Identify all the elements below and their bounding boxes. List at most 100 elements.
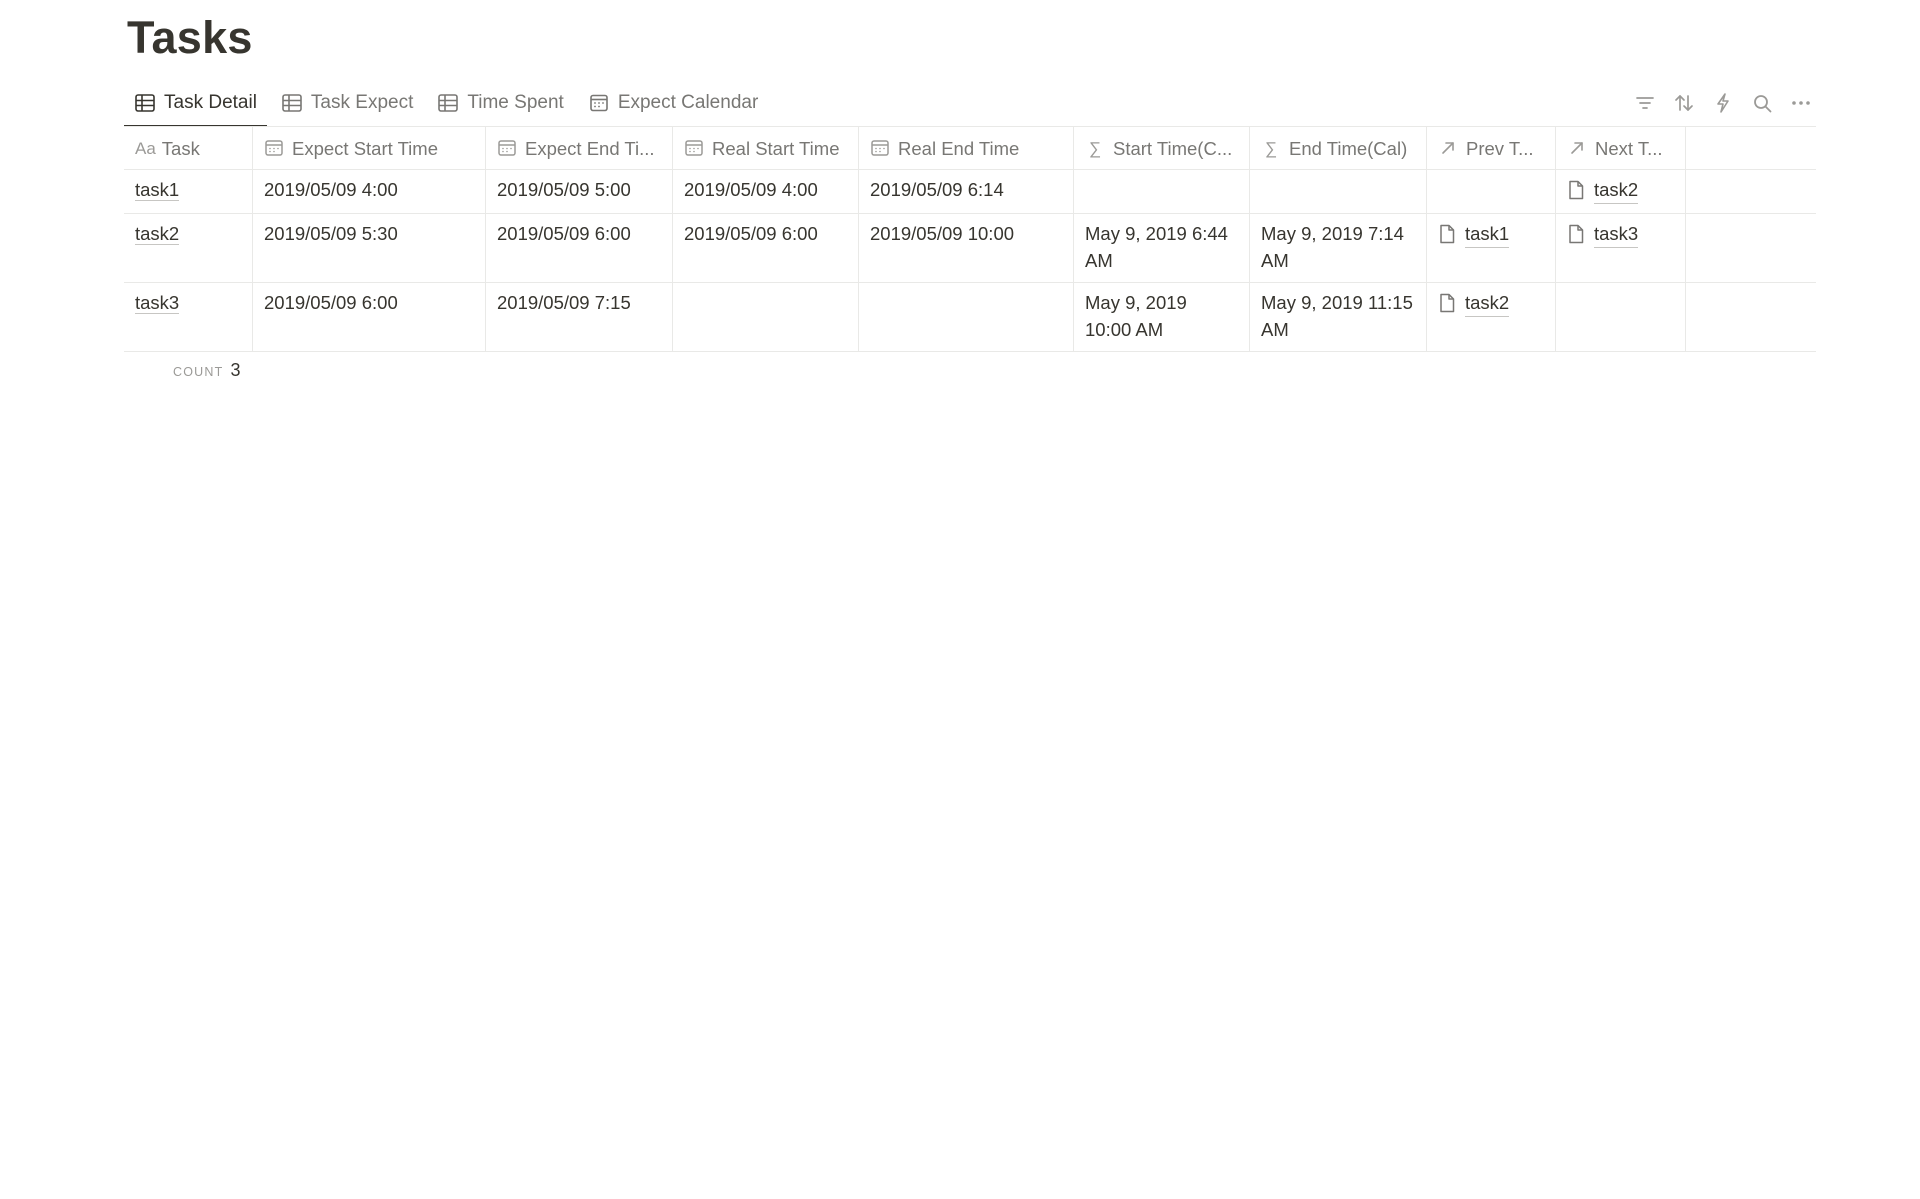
table-row: task2 2019/05/09 5:30 2019/05/09 6:00 20…	[124, 214, 1816, 283]
cell-real-start-time[interactable]: 2019/05/09 6:00	[673, 214, 859, 282]
cell-real-end-time[interactable]	[859, 283, 1074, 351]
cell-start-time-calc[interactable]: May 9, 2019 10:00 AM	[1074, 283, 1250, 351]
cell-empty	[1686, 283, 1816, 351]
tab-label: Expect Calendar	[617, 92, 759, 113]
column-header-next-task[interactable]: Next T...	[1556, 127, 1686, 169]
table-count-footer[interactable]: COUNT 3	[173, 360, 240, 381]
relation-label: task2	[1465, 289, 1510, 317]
relation-label: task2	[1594, 176, 1639, 204]
table-header-row: Aa Task Expect Start Time Expect End Ti.…	[124, 127, 1816, 170]
filter-icon[interactable]	[1630, 88, 1660, 118]
cell-real-start-time[interactable]: 2019/05/09 4:00	[673, 170, 859, 213]
tab-task-detail[interactable]: Task Detail	[124, 80, 267, 127]
table-icon	[134, 92, 156, 114]
page-document-icon	[1567, 180, 1585, 200]
cell-real-end-time[interactable]: 2019/05/09 10:00	[859, 214, 1074, 282]
cell-task[interactable]: task3	[124, 283, 253, 351]
cell-end-time-calc[interactable]: May 9, 2019 11:15 AM	[1250, 283, 1427, 351]
table-row: task1 2019/05/09 4:00 2019/05/09 5:00 20…	[124, 170, 1816, 214]
date-property-icon	[264, 138, 284, 158]
table-icon	[281, 92, 303, 114]
cell-next-task[interactable]: task2	[1556, 170, 1686, 213]
column-header-prev-task[interactable]: Prev T...	[1427, 127, 1556, 169]
relation-property-icon	[1438, 138, 1458, 158]
table-icon	[437, 92, 459, 114]
page-document-icon	[1438, 293, 1456, 313]
cell-next-task[interactable]: task3	[1556, 214, 1686, 282]
text-property-icon: Aa	[135, 138, 156, 158]
tab-task-expect[interactable]: Task Expect	[271, 80, 423, 126]
sort-icon[interactable]	[1669, 88, 1699, 118]
page-title: Tasks	[127, 12, 253, 63]
relation-label: task3	[1594, 220, 1639, 248]
task-name[interactable]: task2	[135, 223, 180, 245]
cell-expect-start-time[interactable]: 2019/05/09 5:30	[253, 214, 486, 282]
date-property-icon	[497, 138, 517, 158]
cell-empty	[1686, 170, 1816, 213]
tab-label: Task Detail	[164, 92, 257, 113]
column-header-expect-end-time[interactable]: Expect End Ti...	[486, 127, 673, 169]
tab-time-spent[interactable]: Time Spent	[427, 80, 573, 126]
column-header-end-time-calc[interactable]: ∑ End Time(Cal)	[1250, 127, 1427, 169]
cell-real-end-time[interactable]: 2019/05/09 6:14	[859, 170, 1074, 213]
cell-empty	[1686, 214, 1816, 282]
tab-label: Task Expect	[310, 92, 414, 113]
cell-expect-end-time[interactable]: 2019/05/09 5:00	[486, 170, 673, 213]
more-options-icon[interactable]	[1786, 88, 1816, 118]
relation-link[interactable]: task2	[1567, 176, 1639, 204]
column-label: Expect Start Time	[292, 137, 438, 159]
column-label: Task	[161, 137, 200, 159]
column-header-task[interactable]: Aa Task	[124, 127, 253, 169]
formula-property-icon: ∑	[1264, 138, 1278, 158]
calendar-icon	[588, 92, 610, 114]
cell-end-time-calc[interactable]	[1250, 170, 1427, 213]
column-label: Expect End Ti...	[525, 137, 655, 159]
cell-expect-start-time[interactable]: 2019/05/09 6:00	[253, 283, 486, 351]
page-document-icon	[1567, 224, 1585, 244]
date-property-icon	[684, 138, 704, 158]
cell-expect-end-time[interactable]: 2019/05/09 7:15	[486, 283, 673, 351]
search-icon[interactable]	[1747, 88, 1777, 118]
view-toolbar	[1621, 80, 1816, 126]
column-label: Prev T...	[1466, 137, 1534, 159]
task-name[interactable]: task3	[135, 292, 180, 314]
task-name[interactable]: task1	[135, 179, 180, 201]
tab-label: Time Spent	[467, 92, 564, 113]
cell-task[interactable]: task2	[124, 214, 253, 282]
cell-expect-start-time[interactable]: 2019/05/09 4:00	[253, 170, 486, 213]
formula-property-icon: ∑	[1088, 138, 1102, 158]
relation-link[interactable]: task1	[1438, 220, 1510, 248]
column-header-start-time-calc[interactable]: ∑ Start Time(C...	[1074, 127, 1250, 169]
page: Tasks Task Detail Task Expect Time Spent	[0, 0, 1920, 1199]
cell-end-time-calc[interactable]: May 9, 2019 7:14 AM	[1250, 214, 1427, 282]
count-label: COUNT	[173, 365, 224, 379]
cell-real-start-time[interactable]	[673, 283, 859, 351]
count-value: 3	[230, 360, 241, 380]
cell-next-task[interactable]	[1556, 283, 1686, 351]
cell-prev-task[interactable]: task2	[1427, 283, 1556, 351]
tasks-table: Aa Task Expect Start Time Expect End Ti.…	[124, 126, 1816, 352]
column-header-expect-start-time[interactable]: Expect Start Time	[253, 127, 486, 169]
view-tabs: Task Detail Task Expect Time Spent Expec…	[124, 80, 772, 127]
column-header-real-end-time[interactable]: Real End Time	[859, 127, 1074, 169]
view-tabs-bar: Task Detail Task Expect Time Spent Expec…	[124, 80, 1816, 127]
cell-task[interactable]: task1	[124, 170, 253, 213]
column-label: Start Time(C...	[1113, 137, 1233, 159]
relation-link[interactable]: task3	[1567, 220, 1639, 248]
relation-link[interactable]: task2	[1438, 289, 1510, 317]
cell-prev-task[interactable]	[1427, 170, 1556, 213]
column-label: Real Start Time	[712, 137, 840, 159]
page-document-icon	[1438, 224, 1456, 244]
cell-prev-task[interactable]: task1	[1427, 214, 1556, 282]
column-label: Next T...	[1595, 137, 1663, 159]
cell-expect-end-time[interactable]: 2019/05/09 6:00	[486, 214, 673, 282]
relation-label: task1	[1465, 220, 1510, 248]
date-property-icon	[870, 138, 890, 158]
cell-start-time-calc[interactable]: May 9, 2019 6:44 AM	[1074, 214, 1250, 282]
table-row: task3 2019/05/09 6:00 2019/05/09 7:15 Ma…	[124, 283, 1816, 352]
cell-start-time-calc[interactable]	[1074, 170, 1250, 213]
column-label: Real End Time	[898, 137, 1020, 159]
automation-lightning-icon[interactable]	[1708, 88, 1738, 118]
column-header-real-start-time[interactable]: Real Start Time	[673, 127, 859, 169]
tab-expect-calendar[interactable]: Expect Calendar	[578, 80, 768, 126]
